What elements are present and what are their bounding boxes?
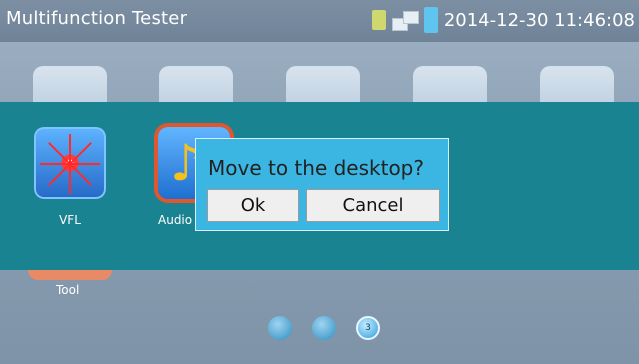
network-icon [391,10,419,31]
status-area: 2014-12-30 11:46:08 [371,6,635,34]
move-to-desktop-dialog: Move to the desktop? Ok Cancel [195,138,449,231]
tool-icon[interactable] [28,270,112,280]
page-dot-1[interactable] [268,316,292,340]
app-title: Multifunction Tester [6,8,188,29]
title-bar: Multifunction Tester 2014-12-30 11:46:08 [0,0,639,42]
cancel-button[interactable]: Cancel [306,189,440,222]
page-dot-2[interactable] [312,316,336,340]
ok-button[interactable]: Ok [207,189,299,222]
tool-label: Tool [56,283,80,297]
vfl-tile[interactable]: VFL [34,127,106,227]
sd-card-icon [371,10,386,30]
page-dot-3[interactable]: 3 [356,316,380,340]
battery-icon [423,7,438,33]
datetime-label: 2014-12-30 11:46:08 [443,9,635,31]
dialog-message: Move to the desktop? [208,156,424,180]
laser-icon[interactable] [34,127,106,199]
page-indicator[interactable]: 3 [268,316,380,340]
vfl-label: VFL [59,213,81,227]
